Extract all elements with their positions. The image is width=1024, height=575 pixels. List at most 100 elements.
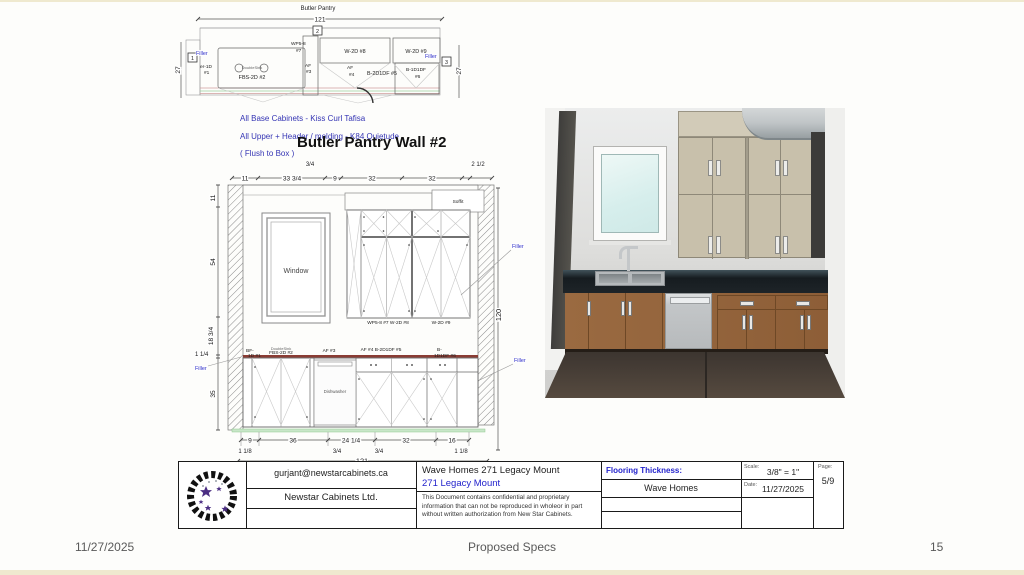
elevation-view: 3/4 2 1/2 11 33 3/4 9 32 32 11 54 18 3/4…	[195, 155, 535, 467]
plan-sink-label: DoubleSink	[242, 65, 262, 70]
dim-left-0: 11	[210, 194, 217, 201]
dim-bsub-1: 3/4	[333, 449, 342, 455]
elevation-upper-cabinets: WP5-8 #7 W-2D #8 W-2D #9	[347, 210, 470, 326]
slide-top-border	[0, 0, 1024, 2]
plan-depth-right: 27	[456, 67, 463, 75]
render-faucet-spout	[619, 246, 638, 259]
elevation-top-dims: 3/4 2 1/2 11 33 3/4 9 32 32	[230, 162, 494, 183]
base-handle-1	[587, 301, 591, 316]
base-fbs-label: FBS-2D #2	[269, 350, 293, 356]
render-window-frame	[593, 146, 667, 241]
tb-line-client	[601, 497, 741, 498]
dim-top-filler: 3/4	[306, 162, 315, 168]
tb-line-project	[416, 491, 601, 492]
dim-wall-height: 120	[494, 309, 503, 321]
dim-top-1: 33 3/4	[283, 176, 302, 183]
render-floor	[545, 352, 845, 398]
upper-stile-2	[780, 138, 781, 259]
base-stile-2	[662, 293, 663, 349]
footer-page-number: 15	[930, 540, 943, 554]
tb-line-scale	[741, 479, 813, 480]
tb-divider-2	[416, 462, 417, 528]
plan-b6-label: B-1D1DF	[406, 67, 426, 73]
base-stile-5	[804, 310, 805, 349]
plan-labels: Filler er-1D #1 DoubleSink FBS-2D #2 AF …	[196, 41, 437, 81]
dim-top-2: 9	[333, 176, 337, 183]
dim-top-3: 32	[368, 176, 376, 183]
dim-base-height: 35	[210, 390, 217, 398]
tb-line-email	[246, 488, 416, 489]
sink-basin-right	[632, 274, 661, 283]
plan-w9-label: W-2D #9	[405, 49, 426, 55]
render-right-shadow	[811, 132, 825, 258]
plan-af4-label: AF	[347, 65, 353, 71]
dim-bottom-1: 36	[289, 438, 297, 445]
slide-canvas: Butler Pantry 121 27 27	[0, 0, 1024, 575]
newstar-logo	[181, 464, 243, 526]
elevation-base-cabinets: Dishwasher BF- 1D #1 DoubleSink FBS-2D #…	[232, 346, 485, 432]
upper-handle-5	[708, 236, 713, 254]
slide-bottom-border	[0, 570, 1024, 575]
base-handle-4	[742, 315, 746, 330]
base-handle-2	[621, 301, 625, 316]
plan-marker-1: 1	[191, 56, 194, 62]
elevation-right-dim: 120	[494, 188, 503, 450]
tb-scale-value: 3/8" = 1"	[755, 467, 811, 477]
tb-email: gurjant@newstarcabinets.ca	[246, 468, 416, 478]
filler-right-top-label: Filler	[512, 244, 524, 250]
base-handle-3	[628, 301, 632, 316]
plan-marker-2: 2	[316, 29, 319, 35]
plan-b5-label: B-2D1DF #5	[367, 71, 397, 77]
soffit-label: Soffit	[453, 199, 465, 205]
plan-view: Butler Pantry 121 27 27	[175, 0, 475, 105]
tb-project-link[interactable]: 271 Legacy Mount	[422, 478, 600, 489]
tb-flooring-label: Flooring Thickness:	[606, 466, 682, 475]
plan-cab1-num: #1	[204, 70, 210, 76]
plan-depth-left: 27	[175, 66, 182, 74]
drawer-divider	[775, 296, 776, 310]
tb-line-company	[246, 508, 416, 509]
tb-client: Wave Homes	[601, 483, 741, 493]
upper-handle-7	[775, 236, 780, 254]
drawer-handle-1	[740, 301, 754, 306]
tb-line-extra	[601, 511, 741, 512]
base-af4-b5-label: AF #4 B-2D1DF #5	[361, 347, 402, 353]
tb-divider-5	[813, 462, 814, 528]
plan-af3-label: AF	[305, 63, 311, 69]
upper-label-right: W-2D #9	[432, 320, 451, 326]
base-b6-num: 1D1DF #6	[434, 353, 456, 359]
sink-basin-left	[599, 274, 628, 283]
base-af3-label: AF #3	[323, 348, 336, 354]
plan-room-title: Butler Pantry	[301, 6, 336, 12]
plan-wp7-num: #7	[296, 48, 302, 54]
dishwasher-label: Dishwasher	[324, 389, 347, 394]
render-sink	[595, 271, 665, 286]
elevation-window: Window	[262, 213, 330, 323]
tb-line-flooring	[601, 479, 741, 480]
dim-top-0: 11	[242, 176, 249, 183]
elevation-title: Butler Pantry Wall #2	[297, 134, 447, 151]
upper-handle-2	[716, 160, 721, 176]
elevation-filler-left-label: Filler	[195, 366, 207, 372]
tb-line-date	[741, 497, 813, 498]
base-b6-label: B-	[437, 347, 442, 353]
plan-w8-label: W-2D #8	[344, 49, 365, 55]
base-stile-4	[775, 310, 776, 349]
dim-top-4: 32	[428, 176, 436, 183]
base-stile-1	[625, 293, 626, 349]
plan-markers: 1 2 3	[188, 26, 451, 66]
dim-bsub-3: 1 1/8	[454, 449, 468, 455]
upper-handle-3	[775, 160, 780, 176]
dim-bottom-3: 32	[402, 438, 410, 445]
dim-bottom-4: 16	[448, 438, 456, 445]
upper-handle-8	[783, 236, 788, 254]
base-door-run	[717, 310, 828, 349]
base-handle-7	[807, 315, 811, 330]
plan-cab2-label: FBS-2D #2	[239, 75, 266, 81]
tb-project: Wave Homes 271 Legacy Mount	[422, 465, 600, 476]
drawer-handle-2	[796, 301, 810, 306]
plan-wp7-label: WP5-8	[291, 41, 306, 47]
dim-counter: 1 1/4	[195, 352, 209, 358]
base-bf-num: 1D #1	[248, 353, 261, 359]
plan-filler-left-label: Filler	[196, 51, 208, 57]
